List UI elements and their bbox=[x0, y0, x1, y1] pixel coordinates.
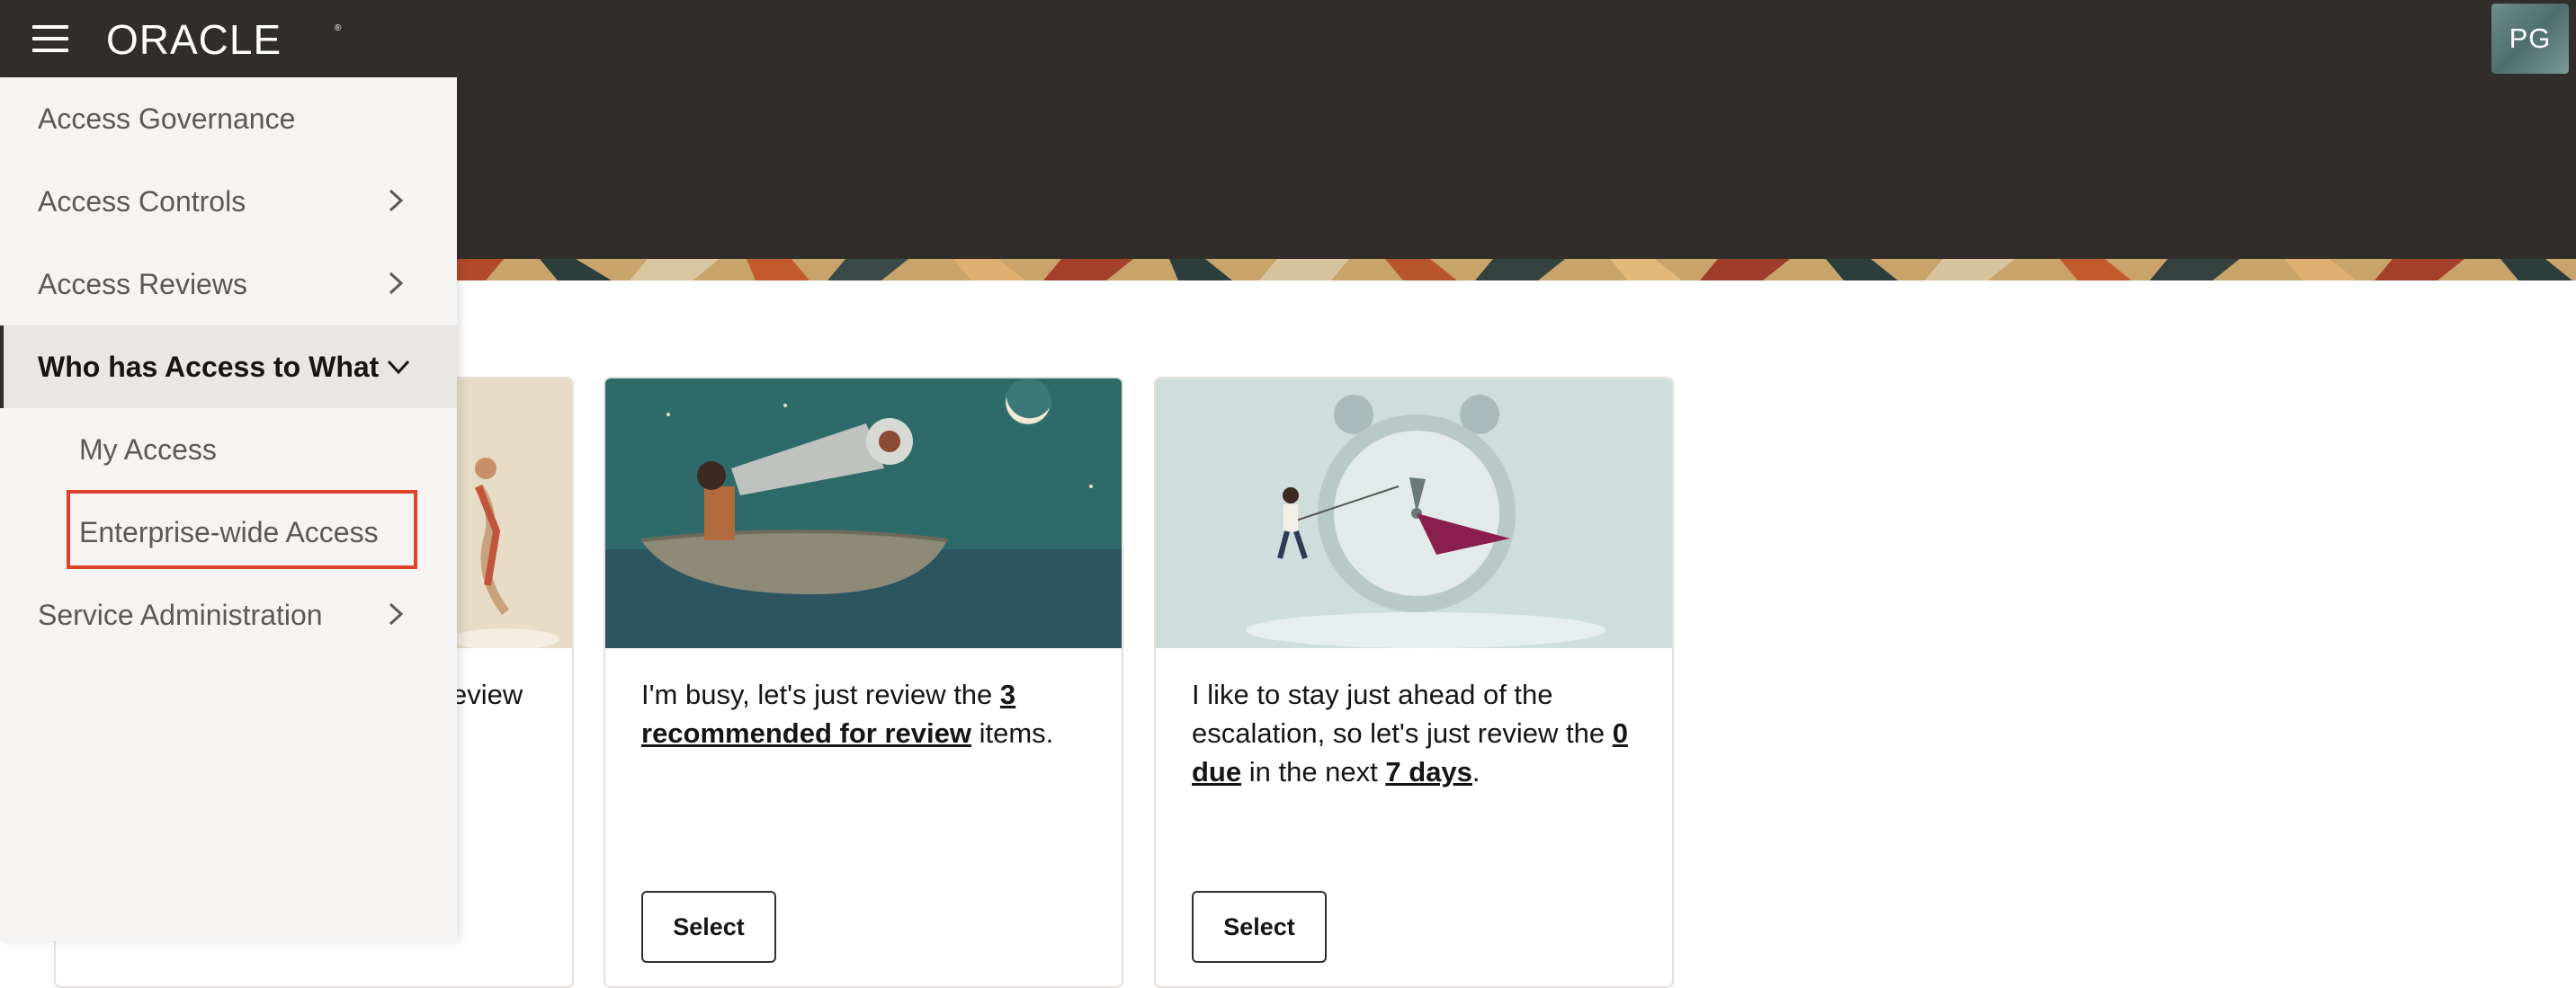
card-illustration-clock bbox=[1156, 378, 1672, 648]
oracle-logo: ORACLE ® bbox=[106, 18, 342, 59]
nav-item-enterprise-wide-access[interactable]: Enterprise-wide Access bbox=[0, 491, 457, 574]
user-avatar[interactable]: PG bbox=[2491, 4, 2569, 74]
nav-item-service-administration[interactable]: Service Administration bbox=[0, 574, 457, 656]
chevron-right-icon bbox=[389, 189, 404, 212]
chevron-right-icon bbox=[389, 602, 404, 626]
hamburger-menu-icon[interactable] bbox=[32, 25, 68, 52]
card-illustration-telescope bbox=[605, 378, 1122, 648]
select-button[interactable]: Select bbox=[641, 891, 776, 963]
nav-item-access-governance[interactable]: Access Governance bbox=[0, 77, 457, 160]
nav-item-my-access[interactable]: My Access bbox=[0, 408, 457, 491]
review-card-due: I like to stay just ahead of the escalat… bbox=[1154, 377, 1674, 988]
chevron-down-icon bbox=[387, 360, 410, 375]
review-card-recommended: I'm busy, let's just review the 3 recomm… bbox=[604, 377, 1123, 988]
card-3-text: I like to stay just ahead of the escalat… bbox=[1192, 679, 1628, 788]
nav-item-access-reviews[interactable]: Access Reviews bbox=[0, 243, 457, 325]
chevron-right-icon bbox=[389, 271, 404, 295]
card-2-text: I'm busy, let's just review the 3 recomm… bbox=[641, 679, 1054, 749]
navigation-drawer: Access Governance Access Controls Access… bbox=[0, 77, 457, 941]
nav-item-who-has-access[interactable]: Who has Access to What bbox=[0, 325, 457, 408]
select-button[interactable]: Select bbox=[1192, 891, 1327, 963]
svg-text:ORACLE: ORACLE bbox=[106, 18, 282, 59]
days-link[interactable]: 7 days bbox=[1385, 756, 1472, 788]
nav-item-access-controls[interactable]: Access Controls bbox=[0, 160, 457, 243]
top-bar: ORACLE ® PG bbox=[0, 0, 2576, 77]
svg-text:®: ® bbox=[335, 23, 342, 33]
